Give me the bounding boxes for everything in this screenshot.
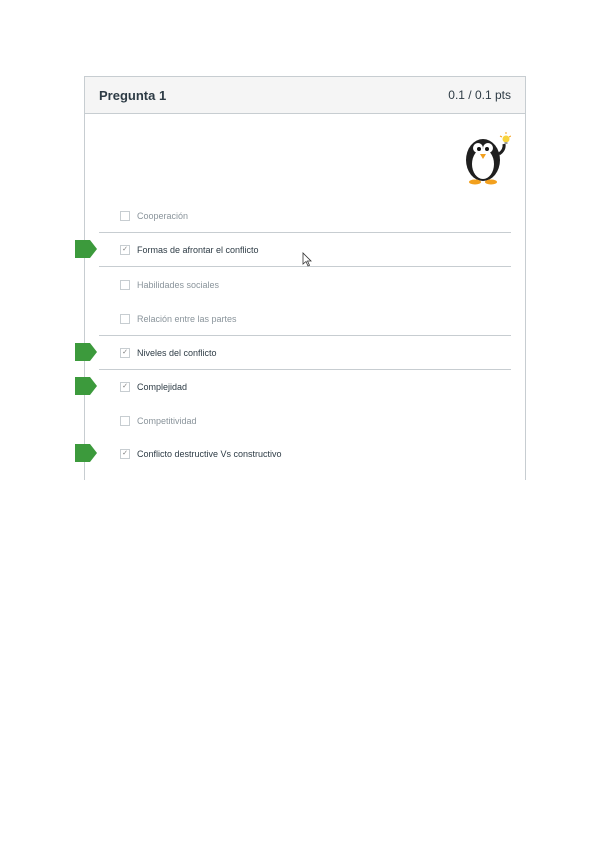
checkbox[interactable]	[120, 415, 130, 426]
answer-option[interactable]: ✓ Complejidad	[75, 370, 511, 403]
answer-option[interactable]: Relación entre las partes	[99, 301, 511, 335]
correct-answer-flag-icon	[75, 343, 97, 361]
correct-answer-flag-icon	[75, 444, 97, 462]
quiz-question-card: Pregunta 1 0.1 / 0.1 pts Cooperación ✓ F…	[75, 76, 526, 480]
answer-label: Cooperación	[137, 210, 189, 221]
answer-label: Habilidades sociales	[137, 279, 220, 290]
answer-label: Conflicto destructive Vs constructivo	[137, 448, 282, 459]
penguin-icon	[466, 132, 511, 185]
answer-label: Niveles del conflicto	[137, 347, 217, 358]
checkbox[interactable]	[120, 279, 130, 290]
checkbox-checked[interactable]: ✓	[120, 448, 130, 459]
question-body: Cooperación ✓ Formas de afrontar el conf…	[75, 114, 525, 517]
answer-label: Relación entre las partes	[137, 313, 237, 324]
mouse-pointer-icon	[302, 252, 312, 267]
answer-label: Formas de afrontar el conflicto	[137, 244, 259, 255]
checkbox-checked[interactable]: ✓	[120, 347, 130, 358]
question-title: Pregunta 1	[99, 87, 167, 103]
answer-option[interactable]: ✓ Niveles del conflicto	[75, 335, 511, 370]
answer-list: Cooperación ✓ Formas de afrontar el conf…	[75, 198, 511, 470]
question-header: Pregunta 1 0.1 / 0.1 pts	[85, 77, 525, 114]
correct-answer-flag-icon	[75, 377, 97, 395]
question-points: 0.1 / 0.1 pts	[448, 88, 511, 102]
checkbox[interactable]	[120, 313, 130, 324]
checkbox-checked[interactable]: ✓	[120, 381, 130, 392]
answer-option[interactable]: Habilidades sociales	[99, 267, 511, 301]
correct-answer-flag-icon	[75, 240, 97, 258]
answer-label: Competitividad	[137, 415, 197, 426]
checkbox-checked[interactable]: ✓	[120, 244, 130, 255]
answer-option[interactable]: Cooperación	[99, 198, 511, 232]
checkbox[interactable]	[120, 210, 130, 221]
answer-option[interactable]: Competitividad	[99, 403, 511, 437]
answer-label: Complejidad	[137, 381, 188, 392]
answer-option[interactable]: ✓ Conflicto destructive Vs constructivo	[75, 437, 511, 470]
